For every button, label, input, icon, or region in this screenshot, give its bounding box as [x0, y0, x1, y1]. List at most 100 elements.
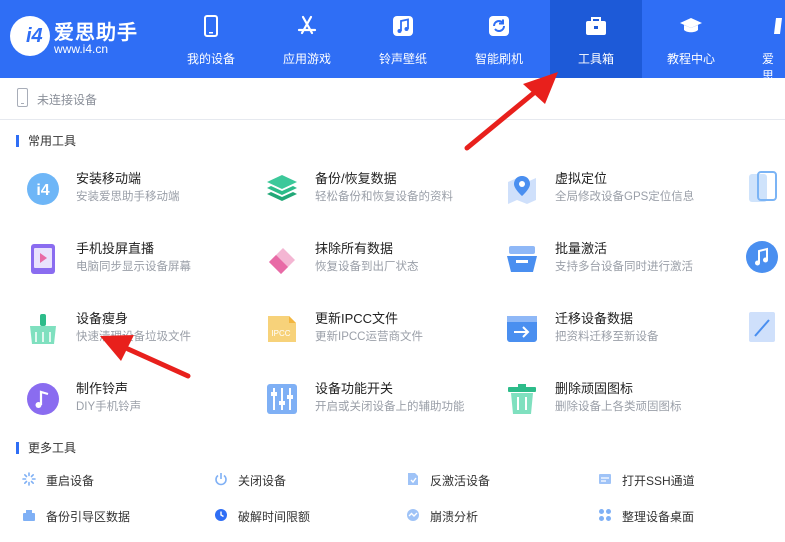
nav-toolbox[interactable]: 工具箱	[550, 0, 642, 78]
tool-name: 虚拟定位	[555, 171, 608, 186]
tool-desc: 支持多台设备同时进行激活	[555, 261, 693, 273]
nav-i4-store[interactable]: 爱思	[740, 0, 785, 78]
tool-desc: 电脑同步显示设备屏幕	[76, 261, 191, 273]
layers-icon	[267, 175, 297, 201]
batch-activate-icon	[507, 246, 537, 272]
more-tool-label: 重启设备	[46, 474, 95, 488]
backup-boot-icon	[23, 510, 35, 521]
tool-desc: DIY手机铃声	[76, 401, 142, 413]
nav-label: 爱思	[762, 52, 775, 78]
section-title-more-tools: 更多工具	[16, 442, 76, 454]
tool-update-ipcc[interactable]: IPCC 更新IPCC文件 更新IPCC运营商文件	[265, 308, 495, 358]
nav-label: 教程中心	[666, 52, 715, 66]
nav-label: 智能刷机	[474, 52, 523, 66]
eraser-icon	[269, 248, 295, 274]
nav-label: 我的设备	[186, 52, 235, 66]
nav-label: 铃声壁纸	[378, 52, 427, 66]
tool-desc: 更新IPCC运营商文件	[315, 331, 423, 343]
more-tool-label: 打开SSH通道	[622, 474, 695, 488]
tool-desc: 开启或关闭设备上的辅助功能	[315, 401, 465, 413]
grid-icon	[599, 509, 611, 521]
refresh-icon	[489, 16, 509, 36]
tool-delete-stubborn-icons[interactable]: 删除顽固图标 删除设备上各类顽固图标	[505, 378, 735, 428]
nav-my-device[interactable]: 我的设备	[165, 0, 257, 78]
crash-analysis-icon	[407, 509, 419, 521]
tool-desc: 轻松备份和恢复设备的资料	[315, 191, 453, 203]
tool-name: 删除顽固图标	[555, 381, 634, 396]
i4-logo: i4	[10, 16, 50, 56]
tool-name: 批量激活	[555, 241, 608, 256]
tool-virtual-location[interactable]: 虚拟定位 全局修改设备GPS定位信息	[505, 168, 735, 218]
location-icon	[508, 176, 536, 204]
ipcc-file-icon: IPCC	[268, 316, 296, 342]
tool-desc: 快速清理设备垃圾文件	[76, 331, 191, 343]
ringtone-icon	[27, 383, 59, 415]
tool-batch-activate[interactable]: 批量激活 支持多台设备同时进行激活	[505, 238, 735, 288]
screen-edit-icon[interactable]	[745, 310, 779, 344]
store-icon	[774, 18, 782, 34]
i4-mobile-icon: i4	[27, 173, 59, 205]
more-tool-label: 备份引导区数据	[46, 510, 131, 524]
music-icon	[393, 16, 413, 36]
nav-ringtones-wallpapers[interactable]: 铃声壁纸	[357, 0, 449, 78]
tool-migrate-data[interactable]: 迁移设备数据 把资料迁移至新设备	[505, 308, 735, 358]
tool-desc: 删除设备上各类顽固图标	[555, 401, 682, 413]
brand-name: 爱思助手	[54, 22, 138, 44]
screen-cast-icon	[31, 244, 55, 274]
broom-icon	[30, 314, 56, 344]
clock-icon	[215, 509, 227, 521]
tool-desc: 把资料迁移至新设备	[555, 331, 659, 343]
migrate-icon	[507, 316, 537, 342]
tool-name: 迁移设备数据	[555, 311, 634, 326]
tool-name: 备份/恢复数据	[315, 171, 397, 186]
more-tool-label: 反激活设备	[430, 474, 491, 488]
nav-label: 应用游戏	[282, 52, 331, 66]
device-pair-icon[interactable]	[745, 170, 779, 204]
tool-name: 手机投屏直播	[76, 241, 155, 256]
tool-name: 制作铃声	[76, 381, 129, 396]
restart-icon	[22, 472, 36, 486]
app-store-icon	[297, 15, 317, 35]
more-tool-label: 破解时间限额	[238, 510, 311, 524]
more-tool-label: 崩溃分析	[430, 510, 479, 524]
tool-name: 抹除所有数据	[315, 241, 394, 256]
tool-name: 更新IPCC文件	[315, 311, 399, 326]
tool-backup-restore[interactable]: 备份/恢复数据 轻松备份和恢复设备的资料	[265, 168, 495, 218]
device-status-text: 未连接设备	[37, 93, 98, 107]
tool-desc: 恢复设备到出厂状态	[315, 261, 419, 273]
more-tool-label: 整理设备桌面	[622, 510, 695, 524]
nav-tutorials[interactable]: 教程中心	[645, 0, 737, 78]
svg-text:IPCC: IPCC	[271, 329, 290, 338]
graduation-cap-icon	[680, 18, 702, 33]
phone-icon	[204, 15, 218, 37]
tool-name: 安装移动端	[76, 171, 142, 186]
svg-text:i4: i4	[36, 182, 49, 199]
tool-make-ringtone[interactable]: 制作铃声 DIY手机铃声	[26, 378, 256, 428]
more-tool-label: 关闭设备	[238, 474, 287, 488]
device-phone-icon	[17, 88, 28, 107]
tool-erase-all[interactable]: 抹除所有数据 恢复设备到出厂状态	[265, 238, 495, 288]
top-nav-bar: i4 爱思助手 www.i4.cn 我的设备 应用游戏 铃声壁纸 智能刷机 工具…	[0, 0, 785, 78]
tool-desc: 全局修改设备GPS定位信息	[555, 191, 695, 203]
tool-screen-cast[interactable]: 手机投屏直播 电脑同步显示设备屏幕	[26, 238, 256, 288]
brand-url: www.i4.cn	[54, 42, 109, 56]
switches-icon	[267, 384, 297, 414]
nav-smart-flash[interactable]: 智能刷机	[453, 0, 545, 78]
tool-desc: 安装爱思助手移动端	[76, 191, 180, 203]
trash-icon	[508, 384, 536, 414]
ssh-icon	[599, 474, 611, 484]
section-title-common-tools: 常用工具	[16, 135, 76, 147]
tool-install-mobile[interactable]: i4 安装移动端 安装爱思助手移动端	[26, 168, 256, 218]
tool-function-switches[interactable]: 设备功能开关 开启或关闭设备上的辅助功能	[265, 378, 495, 428]
power-icon	[215, 473, 227, 486]
toolbox-icon	[586, 17, 606, 35]
music-note-icon[interactable]	[745, 240, 779, 274]
deactivate-icon	[408, 473, 418, 485]
tool-device-cleanup[interactable]: 设备瘦身 快速清理设备垃圾文件	[26, 308, 256, 358]
nav-apps-games[interactable]: 应用游戏	[261, 0, 353, 78]
logo-text: i4	[26, 25, 43, 47]
nav-label: 工具箱	[577, 52, 614, 66]
tool-name: 设备瘦身	[76, 311, 129, 326]
device-status-bar: 未连接设备	[0, 78, 785, 120]
tool-name: 设备功能开关	[315, 381, 394, 396]
